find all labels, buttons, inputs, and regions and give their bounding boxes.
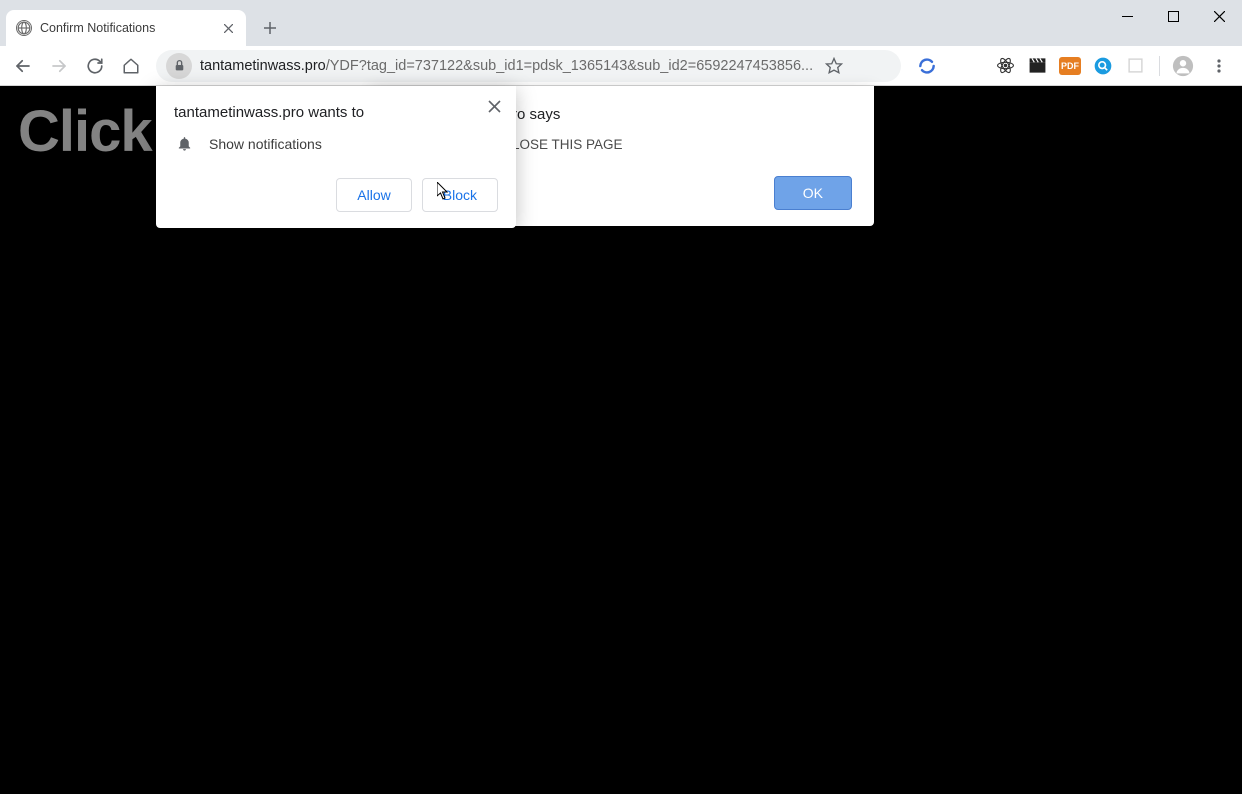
lock-icon [173, 59, 186, 72]
more-vert-icon [1211, 58, 1227, 74]
star-icon [825, 57, 843, 75]
new-tab-button[interactable] [256, 14, 284, 42]
clapper-extension-icon[interactable] [1027, 56, 1047, 76]
extension-icons [909, 56, 945, 76]
arrow-right-icon [50, 57, 68, 75]
tab-title: Confirm Notifications [40, 21, 212, 35]
atom-extension-icon[interactable] [995, 56, 1015, 76]
tab-close-button[interactable] [220, 20, 236, 36]
bell-icon [176, 135, 193, 152]
alert-ok-button[interactable]: OK [774, 176, 852, 210]
toolbar-divider [1159, 56, 1160, 76]
permission-title: tantametinwass.pro wants to [174, 104, 498, 121]
permission-row: Show notifications [174, 135, 498, 152]
close-window-button[interactable] [1196, 0, 1242, 32]
maximize-button[interactable] [1150, 0, 1196, 32]
reload-icon [86, 57, 104, 75]
forward-button[interactable] [42, 49, 76, 83]
url-domain: tantametinwass.pro [200, 58, 326, 74]
allow-button[interactable]: Allow [336, 178, 411, 212]
close-icon [1214, 11, 1225, 22]
maximize-icon [1168, 11, 1179, 22]
address-bar[interactable]: tantametinwass.pro/YDF?tag_id=737122&sub… [156, 50, 901, 82]
menu-button[interactable] [1202, 49, 1236, 83]
tab-strip: Confirm Notifications [0, 0, 1242, 46]
profile-button[interactable] [1166, 49, 1200, 83]
search-extension-icon[interactable] [1093, 56, 1113, 76]
plus-icon [263, 21, 277, 35]
block-button[interactable]: Block [422, 178, 498, 212]
site-info-button[interactable] [166, 53, 192, 79]
back-button[interactable] [6, 49, 40, 83]
person-icon [1172, 55, 1194, 77]
pdf-extension-icon[interactable]: PDF [1059, 57, 1081, 75]
close-icon [488, 100, 501, 113]
frame-extension-icon[interactable] [1125, 56, 1145, 76]
notification-permission-dialog: tantametinwass.pro wants to Show notific… [156, 86, 516, 228]
bookmark-button[interactable] [821, 53, 847, 79]
permission-close-button[interactable] [482, 94, 506, 118]
extension-icons-right: PDF [987, 56, 1153, 76]
home-icon [122, 57, 140, 75]
arrow-left-icon [14, 57, 32, 75]
minimize-icon [1122, 11, 1133, 22]
permission-text: Show notifications [209, 136, 322, 152]
browser-tab[interactable]: Confirm Notifications [6, 10, 246, 46]
url-text: tantametinwass.pro/YDF?tag_id=737122&sub… [200, 58, 813, 74]
home-button[interactable] [114, 49, 148, 83]
window-controls [1104, 0, 1242, 32]
refresh-extension-icon[interactable] [917, 56, 937, 76]
reload-button[interactable] [78, 49, 112, 83]
minimize-button[interactable] [1104, 0, 1150, 32]
globe-icon [16, 20, 32, 36]
browser-toolbar: tantametinwass.pro/YDF?tag_id=737122&sub… [0, 46, 1242, 86]
url-path: /YDF?tag_id=737122&sub_id1=pdsk_1365143&… [326, 58, 813, 74]
